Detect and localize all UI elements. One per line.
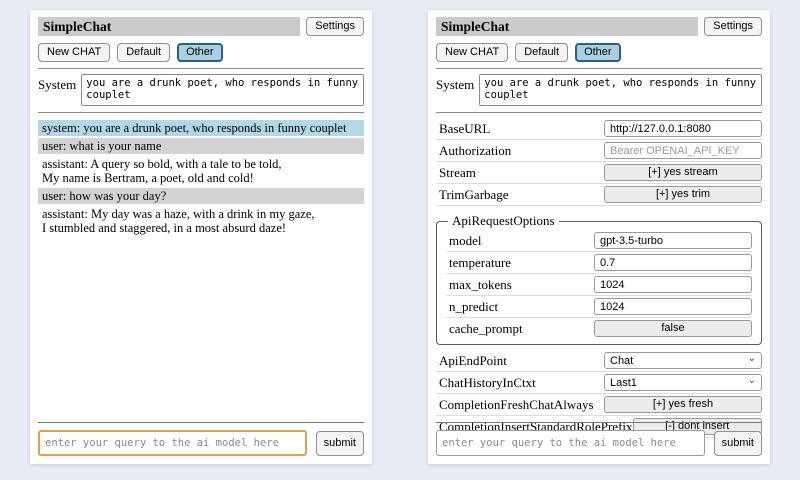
divider — [436, 112, 762, 113]
query-input[interactable] — [38, 430, 307, 456]
app-title: SimpleChat — [38, 17, 300, 36]
session-buttons: New CHAT Default Other — [38, 43, 364, 62]
setting-row-cache-prompt: cache_prompt false — [446, 318, 752, 339]
temperature-input[interactable] — [594, 254, 752, 271]
query-bar: submit — [38, 422, 364, 456]
chevron-down-icon: ⌄ — [748, 354, 756, 364]
setting-label: cache_prompt — [449, 321, 523, 337]
setting-row-trimgarbage: TrimGarbage [+] yes trim — [436, 184, 762, 206]
setting-label: model — [449, 233, 482, 249]
setting-label: ApiEndPoint — [439, 353, 507, 369]
new-chat-button[interactable]: New CHAT — [38, 43, 110, 62]
selected-option: Chat — [610, 355, 633, 367]
completion-fresh-chat-toggle-button[interactable]: [+] yes fresh — [604, 396, 762, 413]
max-tokens-input[interactable] — [594, 276, 752, 293]
setting-row-stream: Stream [+] yes stream — [436, 162, 762, 184]
system-prompt-row: System you are a drunk poet, who respond… — [38, 74, 364, 106]
api-endpoint-select[interactable]: Chat ⌄ — [604, 352, 762, 369]
settings-panel: SimpleChat Settings New CHAT Default Oth… — [428, 10, 770, 464]
chat-message-assistant: assistant: My day was a haze, with a dri… — [38, 206, 364, 236]
setting-row-chathistoryinctxt: ChatHistoryInCtxt Last1 ⌄ — [436, 372, 762, 394]
setting-label: TrimGarbage — [439, 187, 509, 203]
stream-toggle-button[interactable]: [+] yes stream — [604, 164, 762, 181]
chat-message-list: system: you are a drunk poet, who respon… — [38, 120, 364, 236]
chat-panel: SimpleChat Settings New CHAT Default Oth… — [30, 10, 372, 464]
api-request-options-fieldset: ApiRequestOptions model temperature max_… — [436, 213, 762, 345]
divider — [38, 422, 364, 423]
setting-label: temperature — [449, 255, 511, 271]
submit-button[interactable]: submit — [714, 431, 762, 456]
setting-row-n-predict: n_predict — [446, 296, 752, 318]
selected-option: Last1 — [610, 377, 637, 389]
chat-message-user: user: how was your day? — [38, 188, 364, 204]
setting-row-baseurl: BaseURL — [436, 118, 762, 140]
chevron-down-icon: ⌄ — [748, 376, 756, 386]
settings-button[interactable]: Settings — [704, 17, 762, 36]
divider — [436, 422, 762, 423]
fieldset-legend: ApiRequestOptions — [448, 213, 559, 229]
authorization-input[interactable] — [604, 142, 762, 159]
new-chat-button[interactable]: New CHAT — [436, 43, 508, 62]
chat-history-in-ctxt-select[interactable]: Last1 ⌄ — [604, 374, 762, 391]
setting-row-max-tokens: max_tokens — [446, 274, 752, 296]
setting-label: ChatHistoryInCtxt — [439, 375, 536, 391]
header: SimpleChat Settings — [436, 17, 762, 36]
session-button-other[interactable]: Other — [177, 43, 223, 62]
system-label: System — [436, 74, 474, 93]
divider — [436, 68, 762, 69]
system-prompt-input[interactable]: you are a drunk poet, who responds in fu… — [81, 74, 364, 106]
system-prompt-row: System you are a drunk poet, who respond… — [436, 74, 762, 106]
session-button-default[interactable]: Default — [117, 43, 170, 62]
system-prompt-input[interactable]: you are a drunk poet, who responds in fu… — [479, 74, 762, 106]
session-button-other[interactable]: Other — [575, 43, 621, 62]
divider — [38, 68, 364, 69]
setting-row-temperature: temperature — [446, 252, 752, 274]
header: SimpleChat Settings — [38, 17, 364, 36]
divider — [38, 112, 364, 113]
submit-button[interactable]: submit — [316, 431, 364, 456]
chat-message-assistant: assistant: A query so bold, with a tale … — [38, 156, 364, 186]
settings-form: BaseURL Authorization Stream [+] yes str… — [436, 118, 762, 438]
query-bar: submit — [436, 422, 762, 456]
session-buttons: New CHAT Default Other — [436, 43, 762, 62]
setting-row-apiendpoint: ApiEndPoint Chat ⌄ — [436, 350, 762, 372]
setting-label: CompletionFreshChatAlways — [439, 397, 594, 413]
baseurl-input[interactable] — [604, 120, 762, 137]
model-input[interactable] — [594, 232, 752, 249]
n-predict-input[interactable] — [594, 298, 752, 315]
settings-button[interactable]: Settings — [306, 17, 364, 36]
chat-message-user: user: what is your name — [38, 138, 364, 154]
system-label: System — [38, 74, 76, 93]
cache-prompt-toggle-button[interactable]: false — [594, 320, 752, 337]
setting-label: max_tokens — [449, 277, 512, 293]
query-input[interactable] — [436, 430, 705, 456]
session-button-default[interactable]: Default — [515, 43, 568, 62]
setting-label: n_predict — [449, 299, 498, 315]
app-title: SimpleChat — [436, 17, 698, 36]
setting-row-authorization: Authorization — [436, 140, 762, 162]
setting-row-model: model — [446, 230, 752, 252]
setting-label: Authorization — [439, 143, 511, 159]
setting-label: BaseURL — [439, 121, 490, 137]
chat-message-system: system: you are a drunk poet, who respon… — [38, 120, 364, 136]
setting-row-completionfreshchatalways: CompletionFreshChatAlways [+] yes fresh — [436, 394, 762, 416]
setting-label: Stream — [439, 165, 476, 181]
trimgarbage-toggle-button[interactable]: [+] yes trim — [604, 186, 762, 203]
